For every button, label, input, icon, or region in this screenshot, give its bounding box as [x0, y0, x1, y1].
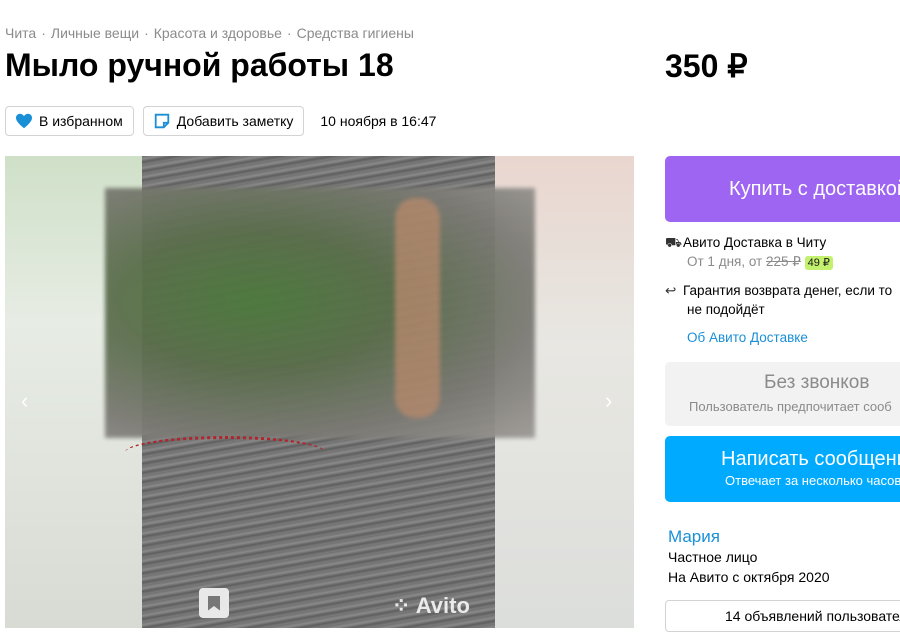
delivery-old-price: 225 ₽ — [766, 254, 801, 269]
truck-icon: ⛟ — [665, 235, 682, 250]
write-message-button[interactable]: Написать сообщение Отвечает за несколько… — [665, 436, 900, 502]
delivery-info: ⛟Авито Доставка в Читу — [665, 235, 826, 253]
posted-date: 10 ноября в 16:47 — [320, 113, 437, 129]
write-message-title: Написать сообщение — [721, 448, 900, 470]
about-delivery-link[interactable]: Об Авито Доставке — [687, 330, 808, 345]
seller-since: На Авито с октября 2020 — [668, 569, 830, 585]
guarantee-line-2: не подойдёт — [687, 302, 765, 317]
add-note-label: Добавить заметку — [176, 113, 294, 129]
add-note-button[interactable]: Добавить заметку — [142, 106, 305, 136]
photo-beads — [125, 436, 325, 469]
no-calls-panel: Без звонков Пользователь предпочитает со… — [665, 362, 900, 426]
bookmark-icon[interactable] — [199, 588, 229, 618]
action-row: В избранном Добавить заметку 10 ноября в… — [5, 106, 436, 136]
note-icon — [154, 113, 169, 129]
avito-watermark: ⁘ Avito — [392, 593, 470, 618]
price: 350 ₽ — [665, 48, 748, 84]
heart-icon — [16, 113, 32, 129]
seller-name-link[interactable]: Мария — [668, 527, 720, 547]
breadcrumb-item[interactable]: Красота и здоровье — [154, 25, 282, 41]
breadcrumb-separator: · — [41, 25, 46, 41]
gallery-prev-icon[interactable]: ‹ — [21, 390, 28, 412]
favorite-label: В избранном — [39, 113, 123, 129]
delivery-time: От 1 дня, от — [687, 254, 763, 269]
guarantee-line-1: Гарантия возврата денег, если то — [683, 283, 893, 298]
breadcrumb-item[interactable]: Чита — [5, 25, 36, 41]
favorite-button[interactable]: В избранном — [5, 106, 134, 136]
return-icon: ↩ — [665, 283, 677, 298]
buy-with-delivery-button[interactable]: Купить с доставкой — [665, 156, 900, 222]
delivery-discount-badge: 49 ₽ — [804, 256, 833, 270]
breadcrumb-item[interactable]: Средства гигиены — [297, 25, 414, 41]
breadcrumb-separator: · — [286, 25, 292, 41]
no-calls-subtitle: Пользователь предпочитает сооб — [689, 399, 892, 414]
guarantee-info: ↩ Гарантия возврата денег, если то — [665, 283, 892, 299]
seller-type: Частное лицо — [668, 549, 758, 565]
watermark-text: Avito — [415, 593, 470, 618]
delivery-title: Авито Доставка в Читу — [683, 235, 827, 250]
no-calls-title: Без звонков — [764, 372, 870, 393]
page-title: Мыло ручной работы 18 — [5, 47, 394, 83]
photo-blurred-region — [105, 188, 535, 438]
seller-ads-button[interactable]: 14 объявлений пользовател — [665, 600, 900, 632]
write-message-subtitle: Отвечает за несколько часов — [725, 473, 900, 488]
breadcrumb-item[interactable]: Личные вещи — [51, 25, 139, 41]
breadcrumb: Чита · Личные вещи · Красота и здоровье … — [5, 25, 414, 41]
breadcrumb-separator: · — [144, 25, 149, 41]
photo-gallery[interactable]: ‹ › ⁘ Avito — [5, 156, 634, 628]
delivery-price-row: От 1 дня, от 225 ₽ 49 ₽ — [687, 254, 833, 270]
gallery-next-icon[interactable]: › — [605, 390, 612, 412]
